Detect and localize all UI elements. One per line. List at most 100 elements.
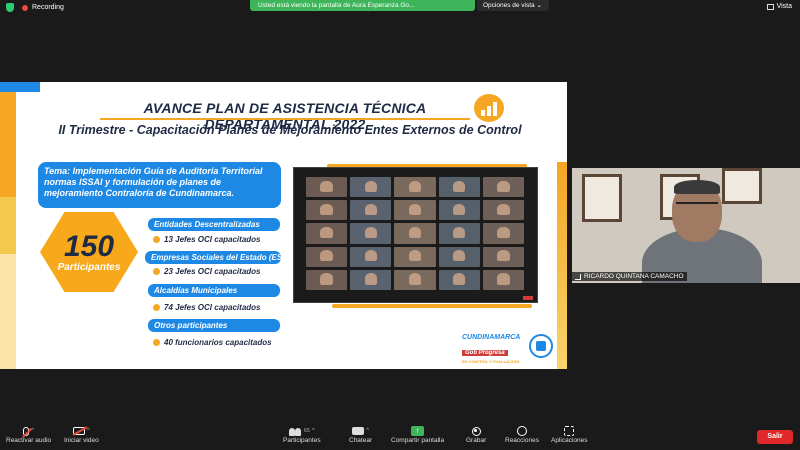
gallery-tile xyxy=(350,269,392,290)
reactions-label: Reacciones xyxy=(505,437,539,444)
caret-up-icon[interactable]: ^ xyxy=(87,428,90,434)
gallery-tile xyxy=(482,223,524,244)
wall-diploma xyxy=(722,168,762,204)
record-button[interactable]: Grabar xyxy=(466,425,486,444)
unmute-label: Reactivar audio xyxy=(6,437,52,444)
start-video-button[interactable]: ^ Iniciar video xyxy=(64,425,99,444)
slide-subtitle: II Trimestre - Capacitación Planes de Me… xyxy=(58,123,522,137)
category-detail-text: 23 Jefes OCI capacitados xyxy=(164,267,261,276)
participants-count: 150 xyxy=(63,229,115,263)
logo-line: CUNDINAMARCA xyxy=(462,334,521,341)
gallery-tile xyxy=(482,269,524,290)
chat-button[interactable]: ^ Chatear xyxy=(349,425,372,444)
cundinamarca-logo: CUNDINAMARCA Gob Progresa EN CONTROL Y E… xyxy=(462,334,524,364)
bar-chart-icon xyxy=(474,94,504,122)
gallery-tile xyxy=(350,223,392,244)
participants-hexagon: 150 Participantes xyxy=(40,212,138,292)
topic-box: Tema: Implementación Guía de Auditoría T… xyxy=(38,162,281,208)
participants-label: Participantes xyxy=(283,437,321,444)
participant-video[interactable]: RICARDO QUINTANA CAMACHO xyxy=(572,168,800,283)
gallery-tile xyxy=(306,177,348,198)
participants-count-badge: 65 xyxy=(303,428,310,434)
recording-dot-icon xyxy=(22,4,28,11)
person-glasses xyxy=(676,202,718,207)
gallery-tile xyxy=(306,246,348,267)
participant-name: RICARDO QUINTANA CAMACHO xyxy=(584,273,684,280)
gallery-tile xyxy=(350,246,392,267)
recording-label: Recording xyxy=(32,4,64,11)
chat-icon xyxy=(352,427,365,435)
share-screen-button[interactable]: ↑ Compartir pantalla xyxy=(391,425,444,444)
decorative-stripe-right xyxy=(557,162,567,369)
gallery-tile xyxy=(394,177,436,198)
caret-up-icon[interactable]: ^ xyxy=(366,428,369,434)
gallery-tile xyxy=(394,200,436,221)
participants-label: Participantes xyxy=(57,261,121,273)
category-detail-text: 40 funcionarios capacitados xyxy=(164,338,272,347)
seal-logo xyxy=(529,334,553,358)
gallery-tile xyxy=(306,200,348,221)
leave-button[interactable]: Salir xyxy=(757,430,793,444)
gallery-tile xyxy=(350,177,392,198)
view-options-button[interactable]: Opciones de vista ⌄ xyxy=(477,0,549,11)
category-detail: 74 Jefes OCI capacitados xyxy=(153,303,261,312)
unmute-button[interactable]: ^ Reactivar audio xyxy=(6,425,51,444)
gallery-tile xyxy=(438,200,480,221)
category-label: Entidades Descentralizadas xyxy=(148,218,280,231)
category-detail-text: 13 Jefes OCI capacitados xyxy=(164,235,261,244)
participant-name-tag: RICARDO QUINTANA CAMACHO xyxy=(572,272,687,281)
mic-off-icon xyxy=(23,426,30,436)
gallery-tile xyxy=(350,200,392,221)
wall-diploma xyxy=(582,174,622,222)
gallery-tile xyxy=(482,246,524,267)
category-detail: 13 Jefes OCI capacitados xyxy=(153,235,261,244)
view-button[interactable]: Vista xyxy=(766,3,792,10)
gallery-tile xyxy=(438,177,480,198)
chat-label: Chatear xyxy=(349,437,373,444)
bullet-icon xyxy=(153,339,160,346)
gallery-tile xyxy=(394,223,436,244)
person-hair xyxy=(674,180,720,194)
participants-button[interactable]: 65 ^ Participantes xyxy=(283,425,321,444)
gallery-tile xyxy=(438,223,480,244)
apps-label: Aplicaciones xyxy=(551,437,588,444)
top-bar: Recording Usted está viendo la pantalla … xyxy=(0,0,800,16)
logo-line: Gob Progresa xyxy=(462,350,508,356)
start-video-label: Iniciar video xyxy=(64,437,99,444)
gallery-tile xyxy=(306,223,348,244)
gallery-tile xyxy=(438,246,480,267)
view-label: Vista xyxy=(776,3,792,10)
chevron-down-icon: ⌄ xyxy=(536,2,542,9)
category-detail: 23 Jefes OCI capacitados xyxy=(153,267,261,276)
shared-screen-slide: AVANCE PLAN DE ASISTENCIA TÉCNICA DEPART… xyxy=(0,82,567,369)
leave-tag xyxy=(523,296,533,300)
signal-icon xyxy=(575,273,581,280)
category-label: Otros participantes xyxy=(148,319,280,332)
record-label: Grabar xyxy=(466,437,487,444)
bullet-icon xyxy=(153,304,160,311)
meeting-toolbar: ^ Reactivar audio ^ Iniciar video 65 ^ Pa… xyxy=(0,421,800,450)
grid-icon xyxy=(766,3,774,10)
bullet-icon xyxy=(153,236,160,243)
participants-icon xyxy=(288,427,302,436)
caret-up-icon[interactable]: ^ xyxy=(312,428,315,434)
record-icon xyxy=(471,426,481,436)
reactions-button[interactable]: Reacciones xyxy=(505,425,539,444)
gallery-tile xyxy=(482,200,524,221)
category-detail-text: 74 Jefes OCI capacitados xyxy=(164,303,261,312)
apps-icon xyxy=(564,426,575,436)
reactions-icon xyxy=(516,426,527,436)
apps-button[interactable]: Aplicaciones xyxy=(551,425,588,444)
screen-share-banner: Usted está viendo la pantalla de Aura Es… xyxy=(250,0,475,11)
category-label: Empresas Sociales del Estado (ESE's) xyxy=(145,251,297,264)
gallery-tile xyxy=(438,269,480,290)
logo-line: EN CONTROL Y EVALUACIÓN xyxy=(462,359,520,364)
gallery-tile xyxy=(394,246,436,267)
shield-icon xyxy=(6,3,14,12)
meeting-gallery-screenshot xyxy=(293,167,538,303)
decorative-bar xyxy=(332,304,532,308)
category-detail: 40 funcionarios capacitados xyxy=(153,338,272,347)
recording-indicator[interactable]: Recording xyxy=(6,3,64,12)
share-screen-icon: ↑ xyxy=(411,426,425,436)
gallery-tile xyxy=(394,269,436,290)
